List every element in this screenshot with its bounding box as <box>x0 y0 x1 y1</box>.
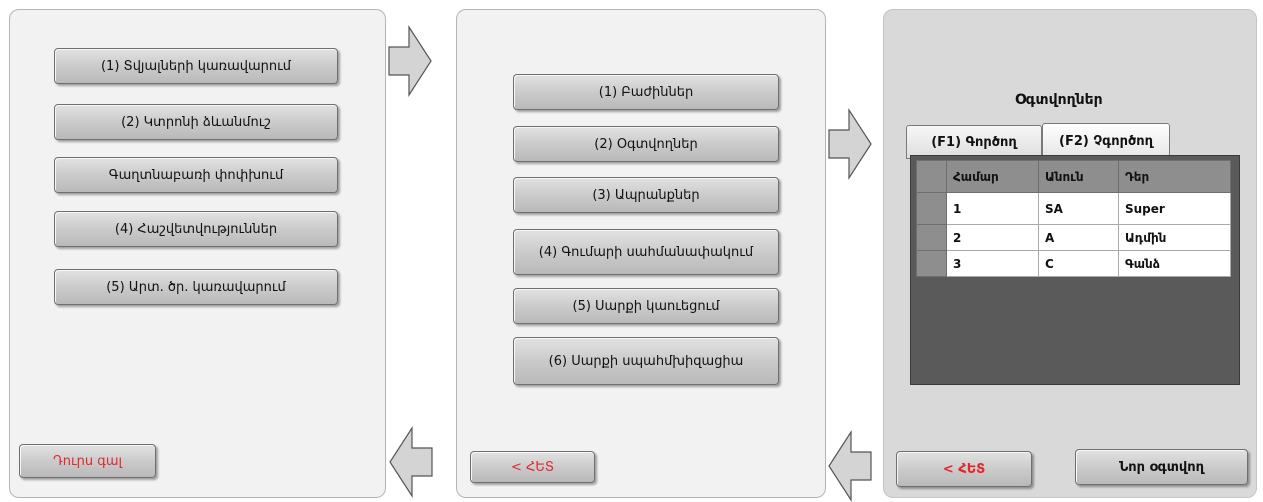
users-button[interactable]: (2) Օգտվողներ <box>513 126 779 162</box>
cell-number[interactable]: 3 <box>946 250 1039 277</box>
arrow-right-icon <box>388 25 432 97</box>
departments-button[interactable]: (1) Բաժիններ <box>513 74 779 110</box>
row-selector[interactable] <box>916 224 947 251</box>
cell-role[interactable]: Գանձ <box>1118 250 1231 277</box>
cell-role[interactable]: Ադմին <box>1118 224 1231 251</box>
main-menu-panel: (1) Տվյալների կառավարում (2) Կտրոնի ձևան… <box>9 9 386 498</box>
row-header-corner <box>916 160 947 193</box>
row-selector[interactable] <box>916 192 947 225</box>
table-header-row: Համար Անուն Դեր <box>916 160 1231 193</box>
exit-button[interactable]: Դուրս գալ <box>19 444 156 478</box>
amount-limit-button[interactable]: (4) Գումարի սահմանափակում <box>513 229 779 275</box>
reports-button[interactable]: (4) Հաշվետվություններ <box>54 211 338 247</box>
cell-role[interactable]: Super <box>1118 192 1231 225</box>
cell-name[interactable]: C <box>1038 250 1119 277</box>
tab-active-users[interactable]: (F1) Գործող <box>906 125 1042 159</box>
back-button[interactable]: < ՀԵՏ <box>896 451 1032 487</box>
column-header-role[interactable]: Դեր <box>1118 160 1231 193</box>
data-management-button[interactable]: (1) Տվյալների կառավարում <box>54 48 338 84</box>
products-button[interactable]: (3) Ապրանքներ <box>513 177 779 213</box>
new-user-button[interactable]: Նոր օգտվող <box>1075 449 1248 485</box>
tab-inactive-users[interactable]: (F2) Չգործող <box>1042 123 1170 159</box>
data-management-panel: (1) Բաժիններ (2) Օգտվողներ (3) Ապրանքներ… <box>456 9 826 498</box>
device-settings-button[interactable]: (5) Սարքի կաուեցում <box>513 288 779 324</box>
row-selector[interactable] <box>916 250 947 277</box>
column-header-name[interactable]: Անուն <box>1038 160 1119 193</box>
cell-name[interactable]: SA <box>1038 192 1119 225</box>
arrow-left-icon <box>828 430 872 502</box>
external-device-management-button[interactable]: (5) Արտ. ծր. կառավարում <box>54 269 338 305</box>
table-row[interactable]: 3 C Գանձ <box>916 250 1231 277</box>
users-table: Համար Անուն Դեր 1 SA Super 2 A Ադմին 3 C… <box>916 160 1231 277</box>
cell-number[interactable]: 2 <box>946 224 1039 251</box>
table-row[interactable]: 1 SA Super <box>916 192 1231 225</box>
column-header-number[interactable]: Համար <box>946 160 1039 193</box>
arrow-right-icon <box>828 108 872 180</box>
table-row[interactable]: 2 A Ադմին <box>916 224 1231 251</box>
receipt-template-button[interactable]: (2) Կտրոնի ձևանմուշ <box>54 104 338 140</box>
cell-number[interactable]: 1 <box>946 192 1039 225</box>
change-password-button[interactable]: Գաղտնաբառի փոփխում <box>54 157 338 193</box>
arrow-left-icon <box>389 426 433 498</box>
back-button[interactable]: < ՀԵՏ <box>470 451 595 483</box>
device-synchronization-button[interactable]: (6) Սարքի սպահմխիզացիա <box>513 337 779 385</box>
cell-name[interactable]: A <box>1038 224 1119 251</box>
users-title: Օգտվողներ <box>1015 92 1103 108</box>
